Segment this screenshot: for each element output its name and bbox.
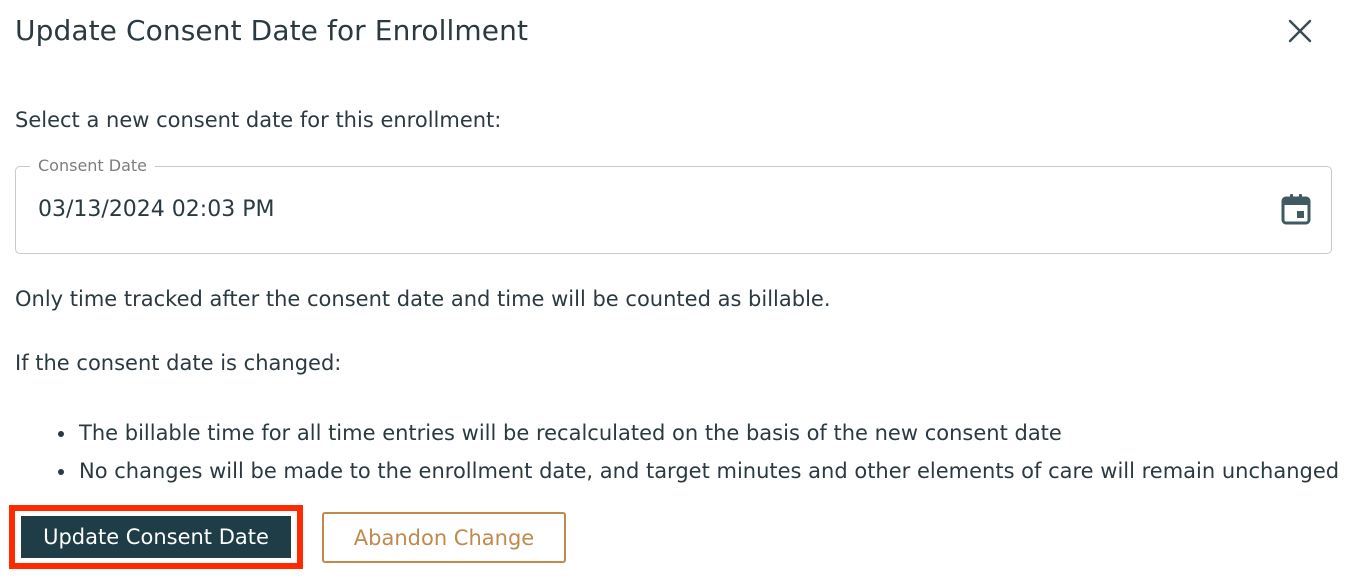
dialog-prompt: Select a new consent date for this enrol… [15,108,502,132]
consent-date-input[interactable]: 03/13/2024 02:03 PM [38,197,274,222]
calendar-button[interactable] [1279,193,1313,229]
bullet-dot [58,431,64,437]
bullet-dot [58,469,64,475]
consent-date-field[interactable]: Consent Date 03/13/2024 02:03 PM [15,156,1332,254]
update-consent-dialog: Update Consent Date for Enrollment Selec… [0,0,1356,586]
calendar-icon [1281,193,1311,229]
update-consent-date-button[interactable]: Update Consent Date [21,516,291,558]
list-item: The billable time for all time entries w… [55,414,1339,452]
consent-date-label: Consent Date [30,156,156,175]
close-button[interactable] [1282,14,1318,50]
close-icon [1287,18,1313,47]
list-item-text: The billable time for all time entries w… [79,421,1062,445]
abandon-change-button[interactable]: Abandon Change [322,512,566,563]
changes-heading: If the consent date is changed: [15,351,342,375]
list-item-text: No changes will be made to the enrollmen… [79,459,1340,483]
billable-info: Only time tracked after the consent date… [15,287,831,311]
changes-list: The billable time for all time entries w… [55,414,1339,490]
dialog-title: Update Consent Date for Enrollment [15,14,529,47]
list-item: No changes will be made to the enrollmen… [55,452,1339,490]
